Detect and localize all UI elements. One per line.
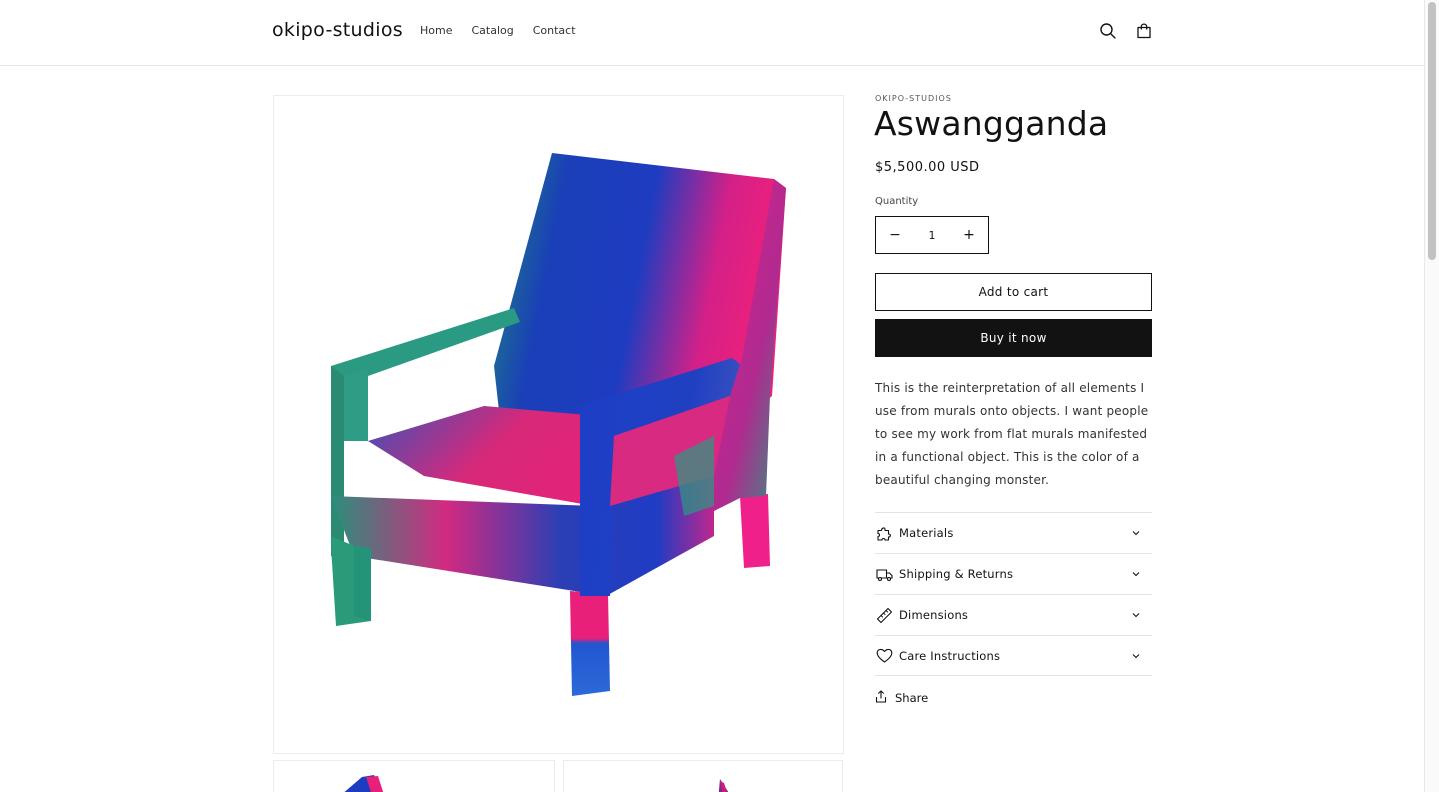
accordion-label: Care Instructions xyxy=(899,648,1001,663)
thumbnail-image xyxy=(718,779,729,792)
buy-now-button[interactable]: Buy it now xyxy=(875,319,1152,357)
share-button[interactable]: Share xyxy=(875,690,928,706)
product-vendor: OKIPO-STUDIOS xyxy=(875,94,952,103)
chair-image xyxy=(331,153,786,696)
share-label: Share xyxy=(895,691,929,705)
product-price: $5,500.00 USD xyxy=(875,160,980,175)
quantity-input[interactable] xyxy=(914,217,950,253)
main-nav: Home Catalog Contact xyxy=(420,24,595,37)
scrollbar-thumb[interactable] xyxy=(1428,2,1436,260)
accordion-dimensions[interactable]: Dimensions xyxy=(875,594,1152,635)
product-thumbnail-2[interactable] xyxy=(563,760,843,792)
truck-icon xyxy=(875,565,893,583)
ruler-icon xyxy=(875,606,893,624)
chevron-down-icon xyxy=(1130,650,1142,662)
chevron-down-icon xyxy=(1130,609,1142,621)
product-main-image[interactable] xyxy=(273,95,844,754)
chevron-down-icon xyxy=(1130,568,1142,580)
search-icon[interactable] xyxy=(1097,20,1119,42)
thumbnail-image xyxy=(344,775,384,792)
product-thumbnail-1[interactable] xyxy=(273,760,555,792)
site-header: okipo-studios Home Catalog Contact xyxy=(0,0,1424,66)
store-logo[interactable]: okipo-studios xyxy=(272,19,403,41)
add-to-cart-button[interactable]: Add to cart xyxy=(875,273,1152,311)
quantity-stepper: − + xyxy=(875,216,989,254)
share-icon xyxy=(875,690,887,706)
product-description: This is the reinterpretation of all elem… xyxy=(875,381,1149,487)
product-title: Aswangganda xyxy=(874,104,1109,143)
heart-icon xyxy=(875,647,893,665)
accordion-label: Shipping & Returns xyxy=(899,567,1014,581)
quantity-increase-button[interactable]: + xyxy=(950,217,988,253)
puzzle-icon xyxy=(875,524,893,542)
page-scrollbar[interactable] xyxy=(1424,0,1439,792)
cart-icon[interactable] xyxy=(1133,20,1155,42)
accordion-label: Materials xyxy=(899,526,954,540)
accordion-shipping-returns[interactable]: Shipping & Returns xyxy=(875,553,1152,594)
quantity-decrease-button[interactable]: − xyxy=(876,217,914,253)
accordion-label: Dimensions xyxy=(899,608,969,622)
quantity-label: Quantity xyxy=(875,196,919,207)
chevron-down-icon xyxy=(1130,527,1142,539)
nav-catalog[interactable]: Catalog xyxy=(471,24,513,37)
accordion-care-instructions[interactable]: Care Instructions xyxy=(875,635,1152,676)
nav-contact[interactable]: Contact xyxy=(533,24,576,37)
accordion-materials[interactable]: Materials xyxy=(875,512,1152,553)
nav-home[interactable]: Home xyxy=(420,24,452,37)
